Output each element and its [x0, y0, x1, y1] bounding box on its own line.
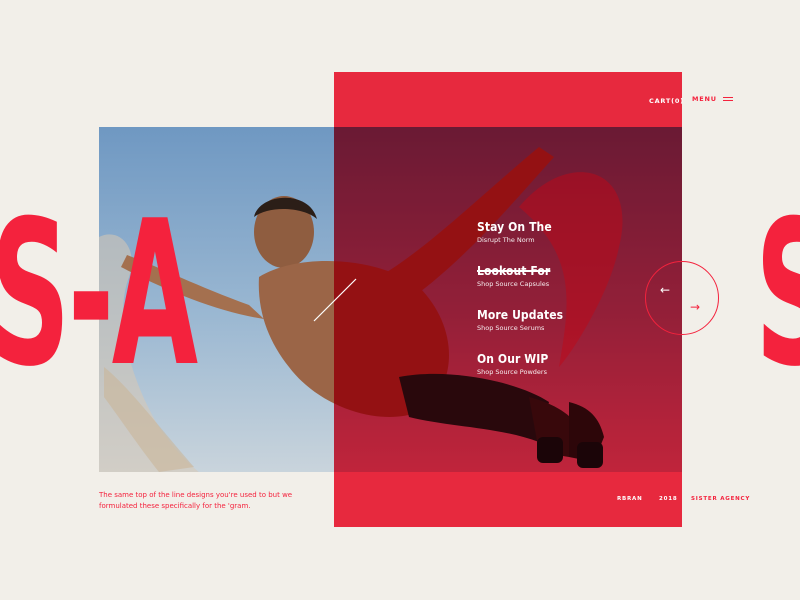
menu-button[interactable]: MENU	[692, 95, 733, 103]
footer-year: 2018	[659, 496, 678, 502]
arrow-left-icon[interactable]: ←	[660, 284, 670, 296]
footer-agency-link[interactable]: SISTER AGENCY	[691, 496, 750, 502]
nav-subtitle: Shop Source Capsules	[477, 280, 550, 288]
nav-title: Stay On The	[477, 220, 552, 234]
footer-handle[interactable]: RBRAN	[617, 496, 643, 502]
nav-item-on-our-wip[interactable]: On Our WIP Shop Source Powders	[477, 352, 548, 376]
brand-letters-right: S	[755, 195, 800, 395]
nav-item-more-updates[interactable]: More Updates Shop Source Serums	[477, 308, 563, 332]
nav-item-stay-on-the[interactable]: Stay On The Disrupt The Norm	[477, 220, 552, 244]
overlay-panel	[334, 72, 682, 527]
nav-subtitle: Disrupt The Norm	[477, 236, 535, 244]
nav-title: More Updates	[477, 308, 564, 322]
nav-title: On Our WIP	[477, 352, 549, 366]
tagline-text: The same top of the line designs you're …	[99, 491, 293, 510]
nav-title: Lookout For	[477, 264, 551, 278]
nav-subtitle: Shop Source Powders	[477, 368, 547, 376]
nav-subtitle: Shop Source Serums	[477, 324, 545, 332]
carousel-control	[645, 261, 719, 335]
hamburger-icon	[722, 95, 733, 103]
pointer-line	[313, 278, 357, 322]
brand-letters-left: S-A	[0, 178, 198, 411]
arrow-right-icon[interactable]: →	[690, 301, 700, 313]
nav-item-lookout-for[interactable]: Lookout For Shop Source Capsules	[477, 264, 550, 288]
menu-label: MENU	[692, 95, 717, 103]
cart-link[interactable]: CART(0)	[649, 97, 684, 105]
